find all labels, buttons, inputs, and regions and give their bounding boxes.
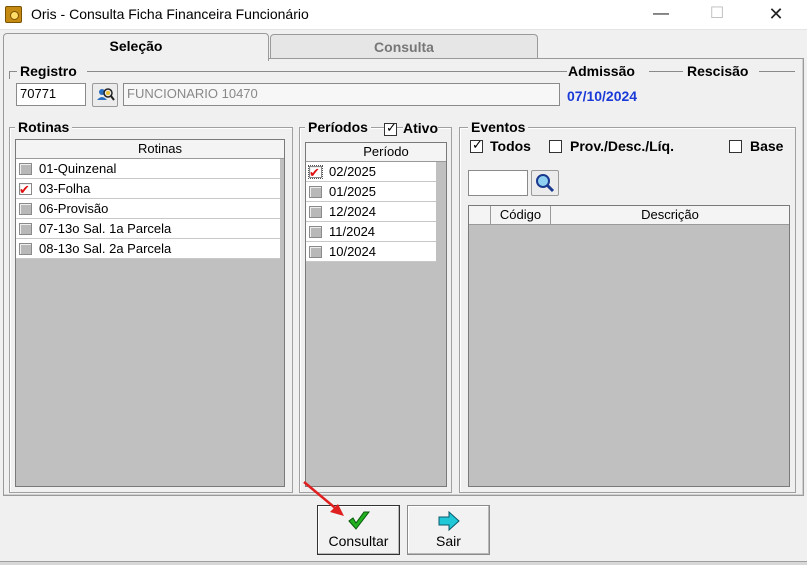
sair-label: Sair xyxy=(436,533,461,549)
periodos-group: Períodos Ativo Período 02/2025 01/2025 1… xyxy=(299,119,452,493)
evento-search-input[interactable] xyxy=(468,170,528,196)
window-title: Oris - Consulta Ficha Financeira Funcion… xyxy=(31,6,309,22)
rotina-label: 03-Folha xyxy=(39,181,91,196)
app-icon xyxy=(5,6,22,23)
list-item[interactable]: 08-13o Sal. 2a Parcela xyxy=(16,239,280,259)
maximize-button[interactable]: ☐ xyxy=(694,0,740,30)
lookup-button[interactable] xyxy=(92,83,118,107)
list-item[interactable]: 10/2024 xyxy=(306,242,436,262)
annotation-arrow xyxy=(303,481,344,516)
rotinas-list: Rotinas 01-Quinzenal 03-Folha 06-Provisã… xyxy=(15,139,285,487)
consultar-label: Consultar xyxy=(328,533,389,549)
base-checkbox[interactable] xyxy=(729,140,742,153)
list-item[interactable]: 11/2024 xyxy=(306,222,436,242)
periodo-label: 10/2024 xyxy=(329,244,376,259)
periodo-label: 01/2025 xyxy=(329,184,376,199)
periodo-checkbox[interactable] xyxy=(309,226,322,238)
eventos-group: Eventos Todos Prov./Desc./Líq. Base Códi… xyxy=(459,119,796,493)
todos-label: Todos xyxy=(490,138,531,154)
periodo-checkbox[interactable] xyxy=(309,206,322,218)
magnifier-icon xyxy=(536,174,555,193)
rotinas-column-header: Rotinas xyxy=(36,140,284,159)
ativo-checkbox[interactable] xyxy=(384,120,397,136)
periodos-title: Períodos xyxy=(305,119,371,135)
exit-arrow-icon xyxy=(438,510,460,532)
todos-checkbox[interactable] xyxy=(470,137,483,153)
evento-search-button[interactable] xyxy=(531,170,559,196)
rotinas-title: Rotinas xyxy=(15,119,73,135)
minimize-button[interactable]: — xyxy=(638,0,684,30)
rotina-label: 01-Quinzenal xyxy=(39,161,117,176)
rotina-checkbox[interactable] xyxy=(19,203,32,215)
rotinas-check-header xyxy=(16,140,36,159)
rotinas-group: Rotinas Rotinas 01-Quinzenal 03-Folha 06… xyxy=(9,119,293,493)
prov-desc-liq-checkbox[interactable] xyxy=(549,140,562,153)
registro-number-field[interactable]: 70771 xyxy=(16,83,86,106)
admissao-date: 07/10/2024 xyxy=(567,88,638,104)
rotina-label: 07-13o Sal. 1a Parcela xyxy=(39,221,172,236)
descricao-column-header[interactable]: Descrição xyxy=(551,206,789,225)
rotina-checkbox[interactable] xyxy=(19,223,32,235)
registro-left-line xyxy=(9,71,10,79)
sair-button[interactable]: Sair xyxy=(407,505,490,555)
rotina-checkbox[interactable] xyxy=(19,163,32,175)
registro-top-line-2 xyxy=(87,71,567,72)
periodo-check-header xyxy=(306,143,326,162)
rescisao-line xyxy=(759,71,795,72)
periodo-checkbox[interactable] xyxy=(309,186,322,198)
list-item[interactable]: 07-13o Sal. 1a Parcela xyxy=(16,219,280,239)
rotina-checkbox[interactable] xyxy=(19,243,32,255)
tab-selecao[interactable]: Seleção xyxy=(3,33,269,61)
list-item[interactable]: 12/2024 xyxy=(306,202,436,222)
prov-desc-liq-label: Prov./Desc./Líq. xyxy=(570,138,674,154)
close-button[interactable]: ✕ xyxy=(753,0,799,30)
base-label: Base xyxy=(750,138,784,154)
list-item[interactable]: 06-Provisão xyxy=(16,199,280,219)
tab-consulta[interactable]: Consulta xyxy=(270,34,538,59)
periodo-label: 11/2024 xyxy=(329,224,376,239)
ativo-label: Ativo xyxy=(403,120,438,136)
eventos-list: Código Descrição xyxy=(468,205,790,487)
eventos-title: Eventos xyxy=(468,119,529,135)
periodo-column-header: Período xyxy=(326,143,446,162)
search-people-icon xyxy=(97,88,115,101)
periodo-label: 02/2025 xyxy=(329,164,376,179)
codigo-column-header[interactable]: Código xyxy=(491,206,551,225)
admissao-rescisao-divider xyxy=(649,71,683,72)
rescisao-label: Rescisão xyxy=(687,63,749,79)
periodo-checkbox[interactable] xyxy=(309,246,322,258)
tab-panel-selecao: Registro 70771 FUNCIONARIO 10470 Admissã… xyxy=(3,58,804,496)
list-item[interactable]: 03-Folha xyxy=(16,179,280,199)
list-item[interactable]: 02/2025 xyxy=(306,162,436,182)
rotina-label: 06-Provisão xyxy=(39,201,109,216)
list-item[interactable]: 01-Quinzenal xyxy=(16,159,280,179)
periodo-checkbox[interactable] xyxy=(308,163,323,182)
window-bottom-edge xyxy=(0,561,807,565)
employee-name-field: FUNCIONARIO 10470 xyxy=(123,83,560,106)
periodo-label: 12/2024 xyxy=(329,204,376,219)
rotina-label: 08-13o Sal. 2a Parcela xyxy=(39,241,172,256)
title-bar: Oris - Consulta Ficha Financeira Funcion… xyxy=(0,0,807,30)
rotina-checkbox[interactable] xyxy=(19,180,32,199)
eventos-check-header xyxy=(469,206,491,225)
list-item[interactable]: 01/2025 xyxy=(306,182,436,202)
periodos-list: Período 02/2025 01/2025 12/2024 11/2024 … xyxy=(305,142,447,487)
admissao-label: Admissão xyxy=(568,63,635,79)
registro-title: Registro xyxy=(17,63,80,79)
